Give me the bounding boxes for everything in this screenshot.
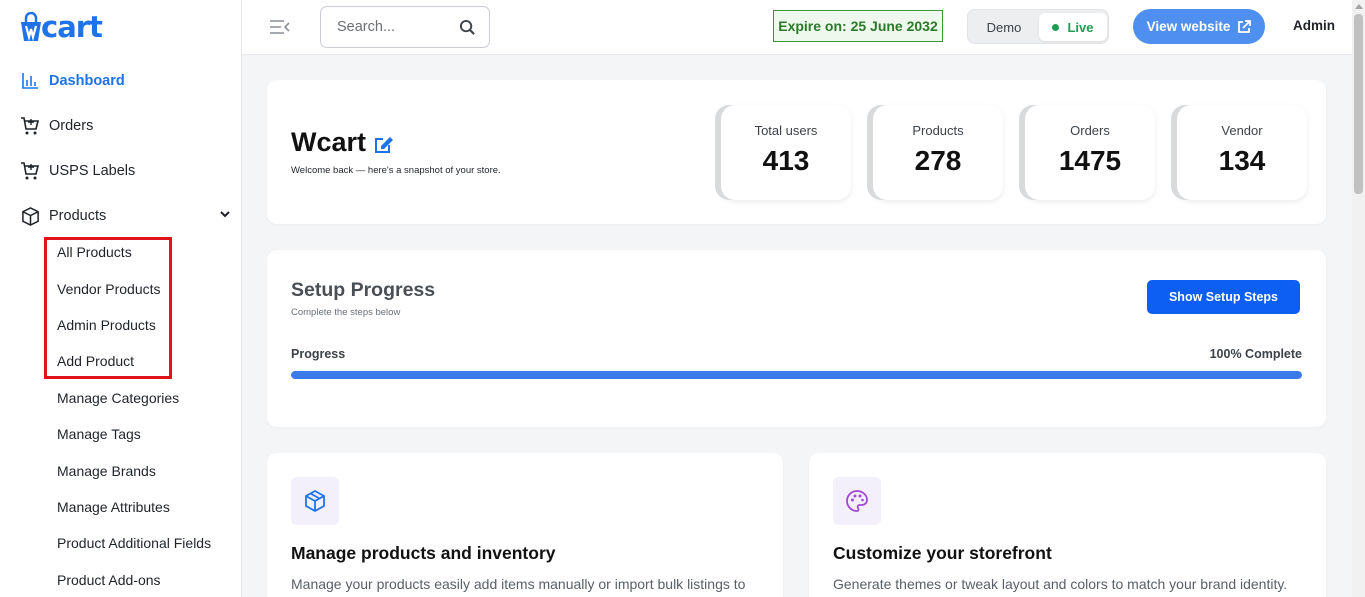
sidebar-sub-manage-attributes[interactable]: Manage Attributes [57, 497, 170, 517]
expiry-badge: Expire on: 25 June 2032 [773, 10, 943, 42]
view-website-label: View website [1146, 19, 1231, 34]
top-header: Expire on: 25 June 2032 Demo Live View w… [242, 0, 1352, 55]
progress-bar [291, 371, 1302, 379]
sidebar-item-label: Products [49, 208, 107, 224]
sidebar-item-products[interactable]: Products [20, 204, 106, 228]
search-box [320, 6, 490, 48]
mode-live-button[interactable]: Live [1039, 13, 1107, 41]
chevron-down-icon[interactable] [219, 208, 231, 220]
sidebar-item-usps-labels[interactable]: USPS Labels [20, 159, 135, 183]
progress-label: Progress [291, 347, 346, 361]
external-link-icon [1238, 19, 1252, 33]
scroll-thumb[interactable] [1354, 14, 1363, 194]
cart-icon [20, 116, 40, 136]
feature-icon-box [291, 477, 339, 525]
bar-chart-icon [20, 71, 40, 91]
search-icon[interactable] [459, 19, 476, 36]
store-subtitle: Welcome back — here's a snapshot of your… [291, 165, 501, 176]
shopping-bag-logo-icon [21, 12, 41, 42]
live-dot-icon [1052, 23, 1060, 31]
stat-vendor: Vendor 134 [1177, 105, 1307, 200]
mode-demo-label: Demo [986, 19, 1022, 35]
stat-value: 278 [914, 145, 962, 176]
stat-products: Products 278 [873, 105, 1003, 200]
sidebar-item-label: Dashboard [49, 73, 125, 89]
setup-subtitle: Complete the steps below [291, 307, 401, 318]
menu-collapse-icon[interactable] [269, 17, 291, 37]
stat-total-users: Total users 413 [721, 105, 851, 200]
progress-bar-fill [291, 371, 1302, 379]
sidebar-sub-product-additional-fields[interactable]: Product Additional Fields [57, 533, 211, 553]
store-summary-card: Wcart Welcome back — here's a snapshot o… [267, 80, 1326, 224]
feature-title: Customize your storefront [833, 543, 1052, 563]
cube-icon [305, 489, 325, 513]
feature-description: Manage your products easily add items ma… [291, 576, 746, 592]
scroll-up-arrow-icon[interactable] [1355, 4, 1363, 9]
mode-live-label: Live [1067, 19, 1094, 35]
highlight-annotation-box [44, 237, 172, 379]
store-title: Wcart [291, 127, 394, 158]
feature-icon-box [833, 477, 881, 525]
logo[interactable]: cart [20, 8, 103, 46]
sidebar-item-orders[interactable]: Orders [20, 114, 93, 138]
stat-value: 134 [1218, 145, 1266, 176]
user-menu[interactable]: Admin [1293, 18, 1335, 33]
sidebar-sub-product-add-ons[interactable]: Product Add-ons [57, 570, 161, 590]
feature-card-products[interactable]: Manage products and inventory Manage you… [267, 453, 783, 597]
sidebar-item-dashboard[interactable]: Dashboard [20, 69, 125, 93]
feature-title: Manage products and inventory [291, 543, 556, 563]
sidebar: cart Dashboard Orders USPS Labels Produc… [0, 0, 242, 597]
feature-card-storefront[interactable]: Customize your storefront Generate theme… [809, 453, 1326, 597]
setup-progress-card: Setup Progress Complete the steps below … [267, 250, 1326, 427]
stat-label: Orders [1070, 123, 1110, 138]
search-input[interactable] [337, 19, 447, 35]
sidebar-sub-manage-categories[interactable]: Manage Categories [57, 388, 179, 408]
stat-label: Total users [754, 123, 818, 138]
sidebar-item-label: Orders [49, 118, 94, 134]
stat-orders: Orders 1475 [1025, 105, 1155, 200]
logo-text: cart [41, 10, 103, 44]
feature-description: Generate themes or tweak layout and colo… [833, 576, 1288, 592]
stat-value: 413 [762, 145, 810, 176]
sidebar-sub-manage-brands[interactable]: Manage Brands [57, 461, 156, 481]
edit-icon[interactable] [374, 136, 394, 154]
stat-value: 1475 [1058, 145, 1122, 176]
mode-switch: Demo Live [967, 9, 1109, 44]
store-title-text: Wcart [291, 127, 367, 157]
page-scrollbar[interactable] [1352, 0, 1365, 597]
view-website-button[interactable]: View website [1133, 9, 1265, 44]
sidebar-sub-manage-tags[interactable]: Manage Tags [57, 424, 141, 444]
box-icon [20, 206, 40, 226]
stat-label: Vendor [1221, 123, 1263, 138]
mode-demo-button[interactable]: Demo [976, 14, 1032, 40]
cart-icon [20, 161, 40, 181]
sidebar-item-label: USPS Labels [49, 163, 136, 179]
show-setup-steps-button[interactable]: Show Setup Steps [1147, 280, 1300, 314]
setup-title: Setup Progress [291, 279, 436, 301]
progress-complete-text: 100% Complete [1209, 347, 1302, 361]
stat-label: Products [912, 123, 964, 138]
palette-icon [846, 490, 868, 512]
